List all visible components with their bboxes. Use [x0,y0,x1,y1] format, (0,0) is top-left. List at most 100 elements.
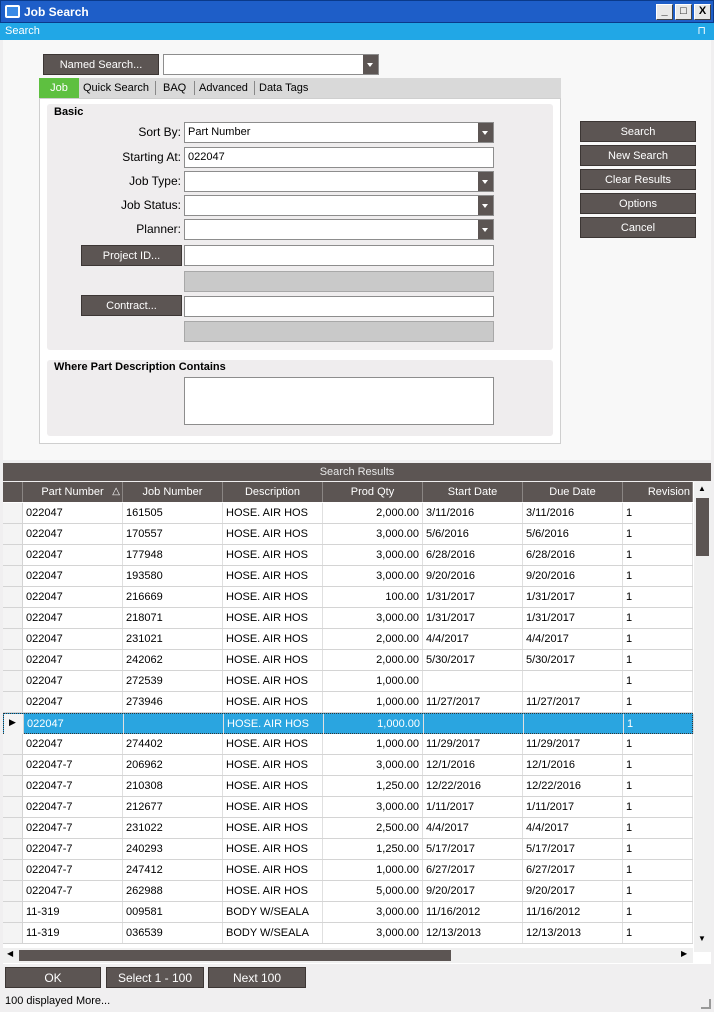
cancel-button[interactable]: Cancel [580,217,696,238]
column-header-job-number[interactable]: Job Number [123,482,223,502]
project-id-input[interactable] [184,245,494,266]
job-type-combo[interactable] [184,171,494,192]
cell-part-number: 022047-7 [23,797,123,817]
chevron-down-icon[interactable] [478,172,493,191]
row-selector[interactable] [3,545,23,565]
row-selector[interactable] [3,881,23,901]
column-header-due-date[interactable]: Due Date [523,482,623,502]
cell-prod-qty: 3,000.00 [323,608,423,628]
cell-job-number: 193580 [123,566,223,586]
tab-job[interactable]: Job [39,78,79,98]
tab-quick-search[interactable]: Quick Search [79,78,153,98]
row-selector[interactable] [3,860,23,880]
table-row[interactable]: 022047 274402 HOSE. AIR HOS 1,000.00 11/29/2… [3,734,693,755]
table-row[interactable]: 022047 161505 HOSE. AIR HOS 2,000.00 3/11/20… [3,503,693,524]
row-selector[interactable] [3,797,23,817]
row-selector[interactable] [3,566,23,586]
row-selector[interactable]: ▶ [4,714,24,734]
row-selector[interactable] [3,776,23,796]
resize-grip-icon[interactable] [701,999,711,1009]
pin-icon[interactable]: ⊓ [697,23,706,40]
table-row[interactable]: 022047 218071 HOSE. AIR HOS 3,000.00 1/31/20… [3,608,693,629]
row-selector[interactable] [3,902,23,922]
column-header-part-number[interactable]: Part Number △ [23,482,123,502]
table-row[interactable]: 022047-7 210308 HOSE. AIR HOS 1,250.00 12/22… [3,776,693,797]
chevron-down-icon[interactable] [478,196,493,215]
column-header-description[interactable]: Description [223,482,323,502]
search-button[interactable]: Search [580,121,696,142]
next-100-button[interactable]: Next 100 [208,967,306,988]
cell-part-number: 022047-7 [23,860,123,880]
options-button[interactable]: Options [580,193,696,214]
row-selector[interactable] [3,692,23,712]
vertical-scroll-thumb[interactable] [696,498,709,556]
row-selector[interactable] [3,503,23,523]
cell-job-number: 242062 [123,650,223,670]
clear-results-button[interactable]: Clear Results [580,169,696,190]
row-selector[interactable] [3,608,23,628]
row-selector[interactable] [3,818,23,838]
table-row[interactable]: 022047 170557 HOSE. AIR HOS 3,000.00 5/6/201… [3,524,693,545]
part-description-input[interactable] [184,377,494,425]
job-status-combo[interactable] [184,195,494,216]
row-selector[interactable] [3,839,23,859]
table-row[interactable]: 022047-7 212677 HOSE. AIR HOS 3,000.00 1/11/… [3,797,693,818]
vertical-scrollbar[interactable]: ▲ ▼ [694,482,711,952]
tab-data-tags[interactable]: Data Tags [255,78,312,98]
table-row[interactable]: 022047-7 231022 HOSE. AIR HOS 2,500.00 4/4/2… [3,818,693,839]
select-range-button[interactable]: Select 1 - 100 [106,967,204,988]
column-header-start-date[interactable]: Start Date [423,482,523,502]
named-search-combo[interactable] [163,54,379,75]
minimize-button[interactable]: _ [656,4,673,20]
table-row[interactable]: 022047 231021 HOSE. AIR HOS 2,000.00 4/4/201… [3,629,693,650]
table-row[interactable]: 022047 216669 HOSE. AIR HOS 100.00 1/31/2017… [3,587,693,608]
close-button[interactable]: X [694,4,711,20]
scroll-up-icon[interactable]: ▲ [698,484,706,493]
row-selector[interactable] [3,524,23,544]
row-selector[interactable] [3,650,23,670]
column-header-prod-qty[interactable]: Prod Qty [323,482,423,502]
row-selector[interactable] [3,734,23,754]
row-selector[interactable] [3,629,23,649]
new-search-button[interactable]: New Search [580,145,696,166]
scroll-down-icon[interactable]: ▼ [698,934,706,943]
maximize-button[interactable]: □ [675,4,692,20]
ok-button[interactable]: OK [5,967,101,988]
table-row[interactable]: 022047-7 247412 HOSE. AIR HOS 1,000.00 6/27/… [3,860,693,881]
sort-by-combo[interactable]: Part Number [184,122,494,143]
row-selector[interactable] [3,587,23,607]
tab-advanced[interactable]: Advanced [195,78,252,98]
table-row[interactable]: 11-319 036539 BODY W/SEALA 3,000.00 12/13/20… [3,923,693,944]
scroll-left-icon[interactable]: ◀ [7,949,13,958]
table-row[interactable]: 022047 193580 HOSE. AIR HOS 3,000.00 9/20/20… [3,566,693,587]
starting-at-input[interactable]: 022047 [184,147,494,168]
chevron-down-icon[interactable] [363,55,378,74]
planner-combo[interactable] [184,219,494,240]
chevron-down-icon[interactable] [478,220,493,239]
horizontal-scroll-thumb[interactable] [19,950,451,961]
table-row[interactable]: 022047 272539 HOSE. AIR HOS 1,000.00 1 [3,671,693,692]
table-row[interactable]: 11-319 009581 BODY W/SEALA 3,000.00 11/16/20… [3,902,693,923]
contract-button[interactable]: Contract... [81,295,182,316]
table-row[interactable]: 022047 242062 HOSE. AIR HOS 2,000.00 5/30/20… [3,650,693,671]
scroll-right-icon[interactable]: ▶ [681,949,687,958]
cell-description: HOSE. AIR HOS [223,818,323,838]
tab-baq[interactable]: BAQ [159,78,190,98]
cell-description: HOSE. AIR HOS [223,755,323,775]
row-selector[interactable] [3,671,23,691]
row-selector[interactable] [3,755,23,775]
chevron-down-icon[interactable] [478,123,493,142]
table-row[interactable]: 022047-7 206962 HOSE. AIR HOS 3,000.00 12/1/… [3,755,693,776]
horizontal-scrollbar[interactable]: ◀ ▶ [3,948,693,963]
contract-input[interactable] [184,296,494,317]
table-row[interactable]: 022047 273946 HOSE. AIR HOS 1,000.00 11/27/2… [3,692,693,713]
table-row[interactable]: 022047-7 262988 HOSE. AIR HOS 5,000.00 9/20/… [3,881,693,902]
cell-start-date: 4/4/2017 [423,629,523,649]
table-row[interactable]: ▶ 022047 HOSE. AIR HOS 1,000.00 1 [3,713,694,734]
column-header-revision[interactable]: Revision [623,482,693,502]
named-search-button[interactable]: Named Search... [43,54,159,75]
row-selector[interactable] [3,923,23,943]
table-row[interactable]: 022047 177948 HOSE. AIR HOS 3,000.00 6/28/20… [3,545,693,566]
table-row[interactable]: 022047-7 240293 HOSE. AIR HOS 1,250.00 5/17/… [3,839,693,860]
project-id-button[interactable]: Project ID... [81,245,182,266]
